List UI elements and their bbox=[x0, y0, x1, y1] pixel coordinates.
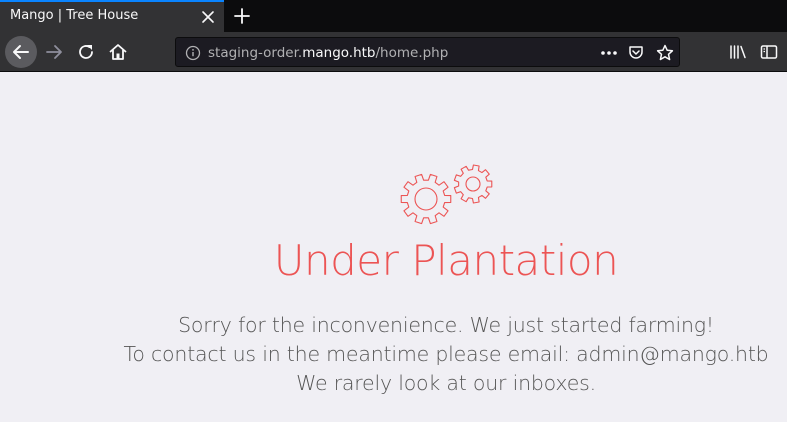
url-path: /home.php bbox=[375, 45, 449, 61]
gears-icon bbox=[394, 163, 498, 225]
message-line-2: To contact us in the meantime please ema… bbox=[123, 342, 769, 366]
sidebar-icon[interactable] bbox=[759, 42, 779, 62]
home-icon[interactable] bbox=[106, 40, 130, 64]
forward-button[interactable] bbox=[42, 40, 66, 64]
back-button[interactable] bbox=[5, 36, 37, 68]
tab-active[interactable]: Mango | Tree House bbox=[0, 0, 224, 32]
pocket-icon[interactable] bbox=[627, 44, 645, 62]
url-bar[interactable]: staging-order.mango.htb/home.php bbox=[175, 37, 680, 67]
message-line-1: Sorry for the inconvenience. We just sta… bbox=[178, 313, 714, 337]
message-line-3: We rarely look at our inboxes. bbox=[296, 371, 596, 395]
tab-title: Mango | Tree House bbox=[10, 8, 139, 23]
tab-strip: Mango | Tree House bbox=[0, 0, 787, 32]
close-icon[interactable] bbox=[198, 7, 218, 27]
navigation-toolbar: staging-order.mango.htb/home.php bbox=[0, 32, 787, 72]
page-headline: Under Plantation bbox=[273, 236, 619, 285]
more-icon[interactable] bbox=[599, 44, 619, 62]
url-text[interactable]: staging-order.mango.htb/home.php bbox=[208, 45, 448, 61]
library-icon[interactable] bbox=[728, 42, 748, 62]
reload-icon[interactable] bbox=[74, 40, 98, 64]
url-host: mango.htb bbox=[302, 45, 376, 61]
info-icon[interactable] bbox=[184, 44, 202, 62]
page-content: Under Plantation Sorry for the inconveni… bbox=[0, 73, 787, 422]
url-prefix: staging-order. bbox=[208, 45, 303, 61]
new-tab-icon[interactable] bbox=[230, 4, 254, 28]
bookmark-star-icon[interactable] bbox=[655, 43, 675, 63]
